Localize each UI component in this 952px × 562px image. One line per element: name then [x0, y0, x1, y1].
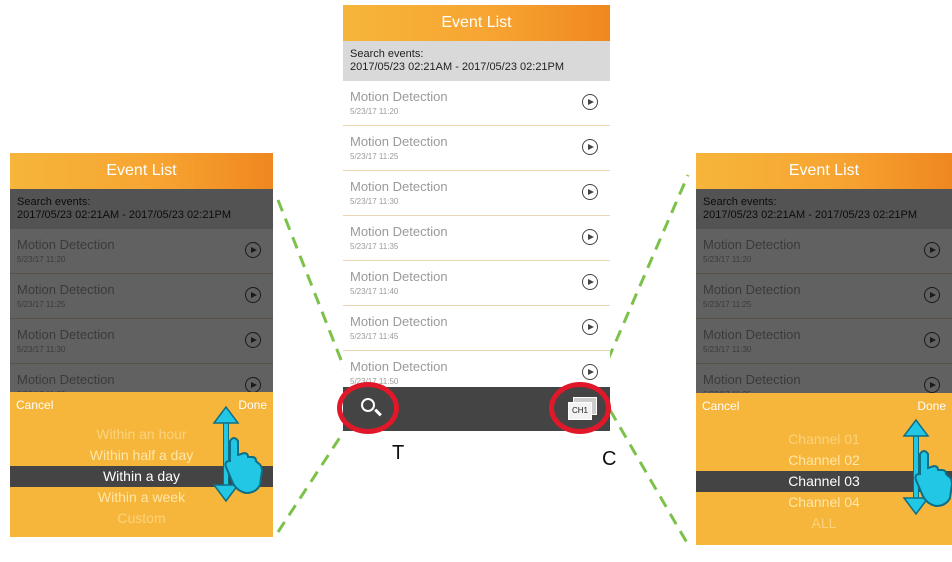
center-phone-screen: Event List Search events: 2017/05/23 02:…: [343, 5, 610, 435]
event-title: Motion Detection: [350, 224, 448, 239]
play-icon[interactable]: [582, 274, 598, 290]
cancel-button[interactable]: Cancel: [16, 398, 53, 412]
event-title: Motion Detection: [350, 269, 448, 284]
search-highlight-circle: [337, 382, 399, 434]
event-time: 5/23/17 11:45: [350, 332, 399, 341]
swipe-gesture-icon: [212, 405, 264, 503]
event-row[interactable]: Motion Detection 5/23/17 11:30: [343, 171, 610, 216]
event-row[interactable]: Motion Detection 5/23/17 11:20: [343, 81, 610, 126]
channel-callout-label: C: [602, 448, 617, 470]
event-row[interactable]: Motion Detection 5/23/17 11:40: [343, 261, 610, 306]
event-list: Motion Detection 5/23/17 11:20 Motion Det…: [343, 81, 610, 396]
event-time: 5/23/17 11:35: [350, 242, 399, 251]
event-row[interactable]: Motion Detection 5/23/17 11:25: [343, 126, 610, 171]
search-label: Search events:: [350, 48, 424, 60]
play-icon[interactable]: [582, 184, 598, 200]
search-range: 2017/05/23 02:21AM - 2017/05/23 02:21PM: [350, 61, 565, 73]
play-icon[interactable]: [582, 229, 598, 245]
picker-bar: Cancel Done: [696, 393, 952, 419]
app-title: Event List: [10, 153, 273, 189]
cancel-button[interactable]: Cancel: [702, 399, 739, 413]
event-title: Motion Detection: [350, 314, 448, 329]
event-time: 5/23/17 11:20: [350, 107, 399, 116]
play-icon[interactable]: [582, 94, 598, 110]
event-time: 5/23/17 11:40: [350, 287, 399, 296]
event-time: 5/23/17 11:30: [350, 197, 399, 206]
search-summary: Search events: 2017/05/23 02:21AM - 2017…: [343, 41, 610, 81]
play-icon[interactable]: [582, 139, 598, 155]
event-row[interactable]: Motion Detection 5/23/17 11:35: [343, 216, 610, 261]
event-title: Motion Detection: [350, 179, 448, 194]
swipe-gesture-icon: [902, 418, 952, 516]
done-button[interactable]: Done: [917, 399, 946, 413]
event-time: 5/23/17 11:25: [350, 152, 399, 161]
event-title: Motion Detection: [350, 89, 448, 104]
event-title: Motion Detection: [350, 134, 448, 149]
channel-highlight-circle: [549, 382, 611, 434]
search-callout-label: T: [392, 442, 405, 464]
play-icon[interactable]: [582, 319, 598, 335]
app-title: Event List: [696, 153, 952, 189]
play-icon[interactable]: [582, 364, 598, 380]
event-row[interactable]: Motion Detection 5/23/17 11:45: [343, 306, 610, 351]
picker-option[interactable]: Custom: [10, 508, 273, 529]
event-title: Motion Detection: [350, 359, 448, 374]
app-title: Event List: [343, 5, 610, 41]
